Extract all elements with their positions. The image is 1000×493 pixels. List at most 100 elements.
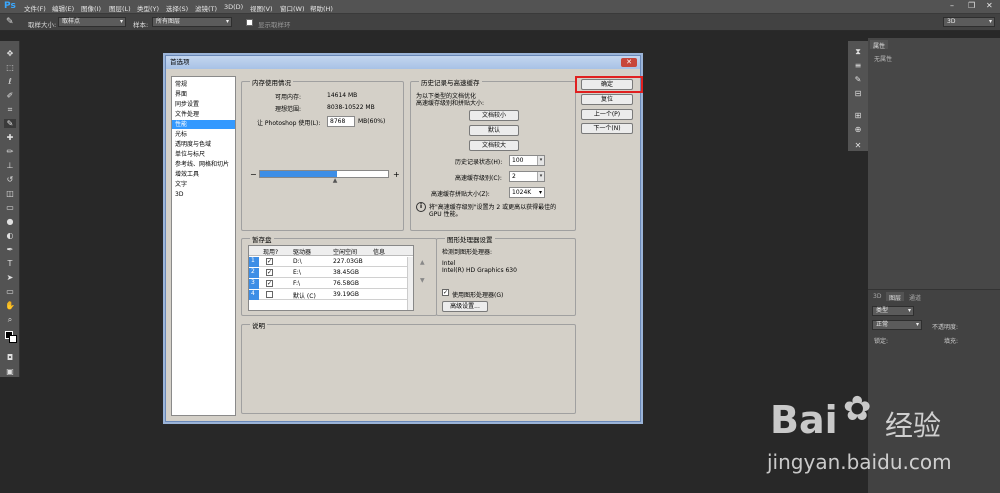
quick-mask-icon[interactable]: ◘ — [4, 353, 16, 362]
small-docs-button[interactable]: 文档较小 — [469, 110, 519, 121]
gradient-tool-icon[interactable]: ▭ — [4, 203, 16, 212]
path-select-tool-icon[interactable]: ➤ — [4, 273, 16, 282]
dodge-tool-icon[interactable]: ◐ — [4, 231, 16, 240]
menu-window[interactable]: 窗口(W) — [280, 3, 305, 13]
memory-slider-thumb[interactable]: ▲ — [333, 178, 339, 184]
memory-slider[interactable] — [259, 170, 389, 178]
col-free-space: 空闲空间 — [333, 249, 358, 256]
cache-levels-input[interactable]: 2 ▾ — [509, 171, 545, 182]
quick-select-tool-icon[interactable]: ✐ — [4, 91, 16, 100]
row-drive: D:\ — [293, 258, 302, 265]
move-down-icon[interactable]: ▼ — [420, 277, 425, 284]
large-docs-button[interactable]: 文档较大 — [469, 140, 519, 151]
blur-tool-icon[interactable]: ● — [4, 217, 16, 226]
category-performance[interactable]: 性能 — [172, 120, 235, 129]
close-icon[interactable]: ✕ — [986, 1, 993, 10]
tile-size-label: 高速缓存拼贴大小(Z): — [431, 191, 490, 198]
category-file-handling[interactable]: 文件处理 — [175, 110, 199, 119]
menu-layer[interactable]: 图层(L) — [109, 3, 131, 13]
eyedropper-icon[interactable]: ✎ — [6, 17, 14, 27]
table-row[interactable]: 2 ✓ E:\ 38.45GB — [249, 268, 409, 278]
color-swatches-icon[interactable] — [4, 331, 17, 343]
category-transparency[interactable]: 透明度与色域 — [175, 140, 211, 149]
tab-properties[interactable]: 属性 — [870, 40, 889, 50]
next-button[interactable]: 下一个(N) — [581, 123, 633, 134]
hand-tool-icon[interactable]: ✋ — [4, 301, 16, 310]
menu-help[interactable]: 帮助(H) — [310, 3, 333, 13]
marquee-tool-icon[interactable]: ⬚ — [4, 63, 16, 72]
menu-filter[interactable]: 滤镜(T) — [195, 3, 217, 13]
category-cursors[interactable]: 光标 — [175, 130, 187, 139]
menu-type[interactable]: 类型(Y) — [137, 3, 159, 13]
menu-select[interactable]: 选择(S) — [166, 3, 188, 13]
advanced-settings-button[interactable]: 高级设置... — [442, 301, 488, 312]
tab-layers[interactable]: 图层 — [886, 292, 905, 302]
tile-size-select[interactable]: 1024K ▾ — [509, 187, 545, 198]
category-type[interactable]: 文字 — [175, 180, 187, 189]
row-active-checkbox[interactable] — [266, 291, 273, 298]
category-plugins[interactable]: 增效工具 — [175, 170, 199, 179]
tool-preset-icon[interactable]: ⊞ — [852, 111, 864, 120]
cache-levels-arrow-icon[interactable]: ▾ — [537, 172, 544, 181]
menu-file[interactable]: 文件(F) — [24, 3, 46, 13]
lasso-tool-icon[interactable]: ℓ — [4, 77, 16, 86]
prev-button[interactable]: 上一个(P) — [581, 109, 633, 120]
reset-button[interactable]: 复位 — [581, 94, 633, 105]
category-units[interactable]: 单位与标尺 — [175, 150, 205, 159]
menu-view[interactable]: 视图(V) — [250, 3, 273, 13]
table-row[interactable]: 1 ✓ D:\ 227.03GB — [249, 257, 409, 267]
pen-tool-icon[interactable]: ✒ — [4, 245, 16, 254]
workspace-select[interactable]: 3D — [943, 17, 995, 27]
ideal-range-label: 理想范围: — [275, 106, 302, 113]
category-guides[interactable]: 参考线、网格和切片 — [175, 160, 229, 169]
eyedropper-tool-icon[interactable]: ✎ — [4, 119, 16, 128]
type-tool-icon[interactable]: T — [4, 259, 16, 268]
brush-panel-icon[interactable]: ✎ — [852, 75, 864, 84]
crop-tool-icon[interactable]: ⌗ — [4, 105, 16, 114]
info-panel-icon[interactable]: ⊕ — [852, 125, 864, 134]
tab-3d[interactable]: 3D — [870, 292, 884, 301]
category-3d[interactable]: 3D — [175, 190, 183, 199]
table-row[interactable]: 4 默认 (C) 39.19GB — [249, 290, 409, 300]
menu-3d[interactable]: 3D(D) — [224, 3, 243, 11]
row-active-checkbox[interactable]: ✓ — [266, 269, 273, 276]
tab-channels[interactable]: 通道 — [906, 292, 924, 302]
history-brush-tool-icon[interactable]: ↺ — [4, 175, 16, 184]
category-general[interactable]: 常规 — [175, 80, 187, 89]
table-scrollbar[interactable] — [407, 257, 413, 310]
sample-select[interactable]: 所有图层 — [152, 17, 232, 27]
zoom-tool-icon[interactable]: ⌕ — [4, 315, 16, 324]
screen-mode-icon[interactable]: ▣ — [4, 367, 16, 376]
memory-use-input[interactable]: 8768 — [327, 116, 355, 127]
layer-kind-filter[interactable]: 类型 — [872, 306, 914, 316]
history-states-input[interactable]: 100 ▾ — [509, 155, 545, 166]
default-docs-button[interactable]: 默认 — [469, 125, 519, 136]
category-interface[interactable]: 界面 — [175, 90, 187, 99]
sample-size-select[interactable]: 取样点 — [58, 17, 126, 27]
history-states-arrow-icon[interactable]: ▾ — [537, 156, 544, 165]
history-cache-title: 历史记录与高速缓存 — [419, 77, 482, 87]
move-up-icon[interactable]: ▲ — [420, 259, 425, 266]
category-sync[interactable]: 同步设置 — [175, 100, 199, 109]
transform-panel-icon[interactable]: ✕ — [852, 141, 864, 150]
eraser-tool-icon[interactable]: ◫ — [4, 189, 16, 198]
dialog-close-button[interactable]: ✕ — [621, 58, 637, 67]
brush-tool-icon[interactable]: ✏ — [4, 147, 16, 156]
history-panel-icon[interactable]: ⧗ — [852, 47, 864, 56]
minimize-icon[interactable]: – — [950, 1, 954, 10]
restore-icon[interactable]: ❐ — [968, 1, 975, 10]
stamp-tool-icon[interactable]: ⊥ — [4, 161, 16, 170]
blend-mode-select[interactable]: 正常 — [872, 320, 922, 330]
menu-image[interactable]: 图像(I) — [81, 3, 101, 13]
row-active-checkbox[interactable]: ✓ — [266, 280, 273, 287]
show-ring-checkbox[interactable] — [246, 19, 253, 26]
healing-tool-icon[interactable]: ✚ — [4, 133, 16, 142]
move-tool-icon[interactable]: ✥ — [4, 49, 16, 58]
adjust-panel-icon[interactable]: ⊟ — [852, 89, 864, 98]
row-active-checkbox[interactable]: ✓ — [266, 258, 273, 265]
menu-edit[interactable]: 编辑(E) — [52, 3, 74, 13]
shape-tool-icon[interactable]: ▭ — [4, 287, 16, 296]
use-gpu-checkbox[interactable]: ✓ — [442, 289, 449, 296]
properties-panel-icon[interactable]: ≡ — [852, 61, 864, 70]
table-row[interactable]: 3 ✓ F:\ 76.58GB — [249, 279, 409, 289]
